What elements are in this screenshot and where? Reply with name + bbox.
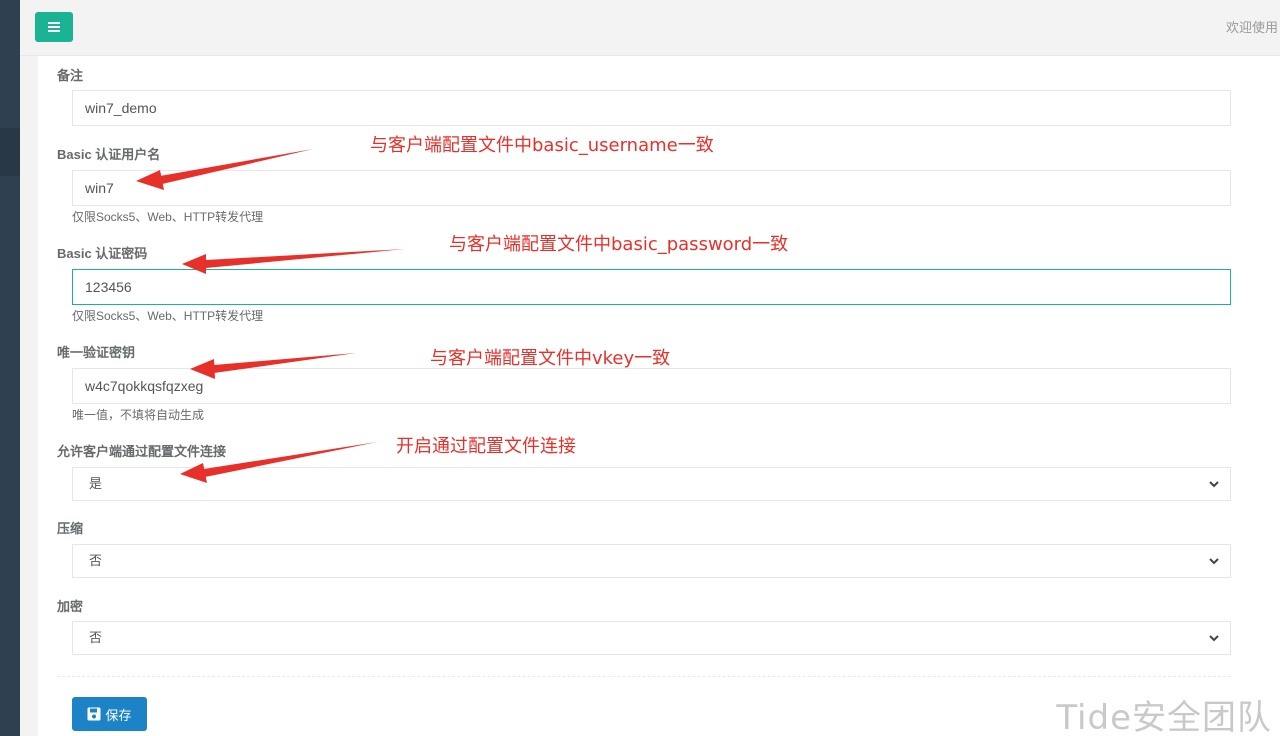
remark-input[interactable]: win7_demo [72,90,1231,126]
sidebar-active-item[interactable] [0,128,20,176]
chevron-down-icon [1209,558,1219,565]
compress-value: 否 [89,553,103,568]
basic-password-help: 仅限Socks5、Web、HTTP转发代理 [72,309,264,323]
config-conn-label: 允许客户端通过配置文件连接 [57,444,227,459]
welcome-text: 欢迎使用 [1225,20,1278,35]
annotation-password: 与客户端配置文件中basic_password一致 [449,234,789,255]
chevron-down-icon [1209,635,1219,642]
basic-username-label: Basic 认证用户名 [57,147,161,162]
annotation-vkey: 与客户端配置文件中vkey一致 [430,348,671,369]
chevron-down-icon [1209,481,1219,488]
basic-password-input[interactable]: 123456 [72,269,1231,305]
annotation-username: 与客户端配置文件中basic_username一致 [370,135,714,156]
crypt-value: 否 [89,630,103,645]
compress-label: 压缩 [57,521,84,536]
config-conn-select[interactable]: 是 [72,467,1231,501]
top-navbar: 欢迎使用 [20,0,1280,56]
crypt-select[interactable]: 否 [72,621,1231,655]
compress-select[interactable]: 否 [72,544,1231,578]
vkey-label: 唯一验证密钥 [57,345,136,360]
hamburger-icon [48,22,60,32]
basic-password-label: Basic 认证密码 [57,246,148,261]
vkey-help: 唯一值，不填将自动生成 [72,408,205,422]
remark-label: 备注 [57,68,84,83]
menu-toggle-button[interactable] [35,12,73,42]
config-conn-value: 是 [89,476,103,491]
annotation-config: 开启通过配置文件连接 [396,436,576,457]
basic-username-help: 仅限Socks5、Web、HTTP转发代理 [72,210,264,224]
crypt-label: 加密 [57,599,84,614]
save-button-label: 保存 [105,707,132,723]
save-button[interactable]: 保存 [72,697,147,731]
vkey-input[interactable]: w4c7qokkqsfqzxeg [72,368,1231,404]
sidebar [0,0,20,736]
watermark: Tide安全团队 [1056,698,1272,736]
floppy-disk-icon [87,707,101,721]
form-divider [57,676,1231,677]
basic-username-input[interactable]: win7 [72,170,1231,206]
